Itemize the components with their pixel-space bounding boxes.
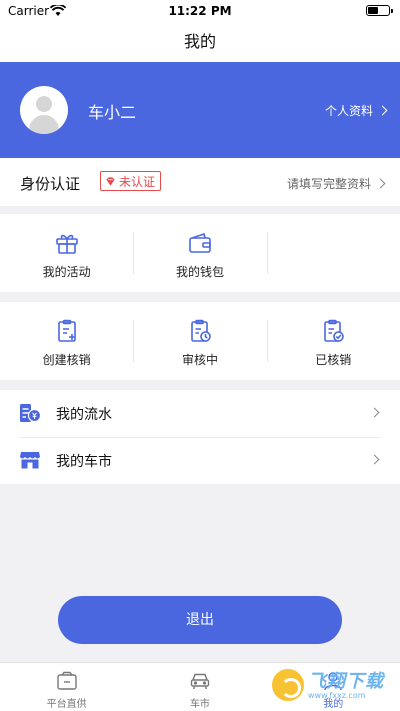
complete-profile-label: 请填写完整资料 xyxy=(286,177,371,191)
my-transactions-item[interactable]: 我的流水 xyxy=(0,390,400,437)
nav-bar: 我的 xyxy=(0,22,400,62)
profile-link-label: 个人资料 xyxy=(324,104,373,118)
my-wallet-button[interactable]: 我的钱包 xyxy=(133,214,266,292)
chevron-right-icon xyxy=(377,105,388,116)
status-bar: Carrier 11:22 PM xyxy=(0,0,400,22)
my-wallet-label: 我的钱包 xyxy=(175,265,224,279)
profile-link[interactable]: 个人资料 xyxy=(324,102,388,119)
car-icon xyxy=(190,673,210,689)
complete-profile-link[interactable]: 请填写完整资料 xyxy=(286,175,386,192)
under-review-button[interactable]: 审核中 xyxy=(133,302,266,380)
wallet-icon xyxy=(189,232,211,253)
page-title: 我的 xyxy=(183,32,216,51)
my-activities-label: 我的活动 xyxy=(42,265,91,279)
verification-grid: 创建核销 审核中 已核销 xyxy=(0,302,400,380)
store-icon xyxy=(20,452,40,469)
verified-label: 已核销 xyxy=(315,353,352,367)
watermark: 飞翔下载 www.fxxz.com xyxy=(270,665,390,711)
clipboard-check-icon xyxy=(324,319,345,342)
clock: 11:22 PM xyxy=(168,4,232,18)
clipboard-add-icon xyxy=(57,319,76,342)
chevron-right-icon xyxy=(369,407,380,418)
briefcase-icon xyxy=(56,671,77,690)
watermark-title: 飞翔下载 xyxy=(308,671,384,692)
create-verification-button[interactable]: 创建核销 xyxy=(0,302,133,380)
ledger-yen-icon xyxy=(20,404,41,423)
tab-platform-supply[interactable]: 平台直供 xyxy=(0,663,133,711)
verified-button[interactable]: 已核销 xyxy=(266,302,400,380)
activity-wallet-grid: 我的活动 我的钱包 xyxy=(0,214,400,292)
identity-verification-row[interactable]: 身份认证 未认证 请填写完整资料 xyxy=(0,158,400,206)
battery-icon xyxy=(366,5,393,16)
unverified-badge: 未认证 xyxy=(100,171,162,191)
avatar[interactable] xyxy=(20,86,68,134)
my-transactions-label: 我的流水 xyxy=(56,407,112,423)
create-verification-label: 创建核销 xyxy=(42,353,91,367)
watermark-logo-icon xyxy=(270,667,306,703)
chevron-right-icon xyxy=(369,454,380,465)
username: 车小二 xyxy=(88,103,137,122)
identity-title: 身份认证 xyxy=(20,175,81,193)
diamond-icon xyxy=(106,176,115,186)
badge-label: 未认证 xyxy=(119,174,156,189)
gift-icon xyxy=(55,234,78,254)
clipboard-clock-icon xyxy=(191,319,211,342)
list-menu: 我的流水 我的车市 xyxy=(0,390,400,484)
logout-button[interactable]: 退出 xyxy=(58,596,342,644)
tab-car-market[interactable]: 车市 xyxy=(133,663,266,711)
my-activities-button[interactable]: 我的活动 xyxy=(0,214,133,292)
profile-banner[interactable]: 车小二 个人资料 xyxy=(0,62,400,158)
empty-cell xyxy=(266,214,400,292)
my-car-market-label: 我的车市 xyxy=(56,454,112,470)
tab-label: 平台直供 xyxy=(46,699,87,710)
chevron-right-icon xyxy=(375,178,386,189)
watermark-url: www.fxxz.com xyxy=(308,691,366,700)
my-car-market-item[interactable]: 我的车市 xyxy=(0,437,400,484)
under-review-label: 审核中 xyxy=(181,353,218,367)
tab-label: 车市 xyxy=(189,699,210,710)
